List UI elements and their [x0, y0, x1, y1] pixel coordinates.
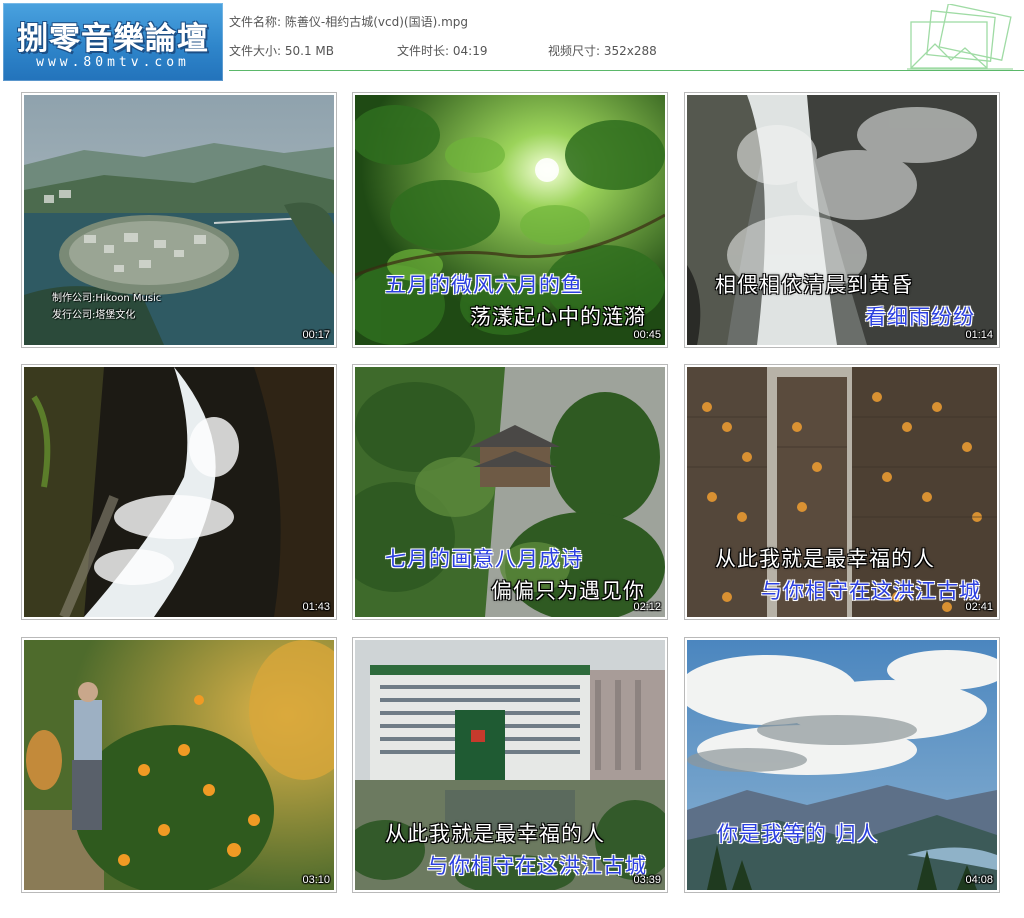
thumbnail-2[interactable]: 五月的微风六月的鱼 荡漾起心中的涟漪 00:45: [352, 92, 668, 348]
file-size-value: 50.1 MB: [284, 44, 334, 58]
lyric-line-1: 五月的微风六月的鱼: [385, 273, 583, 297]
cascading-water-image: [24, 367, 334, 617]
thumbnail-timestamp: 00:45: [633, 329, 661, 341]
thumbnail-image: [24, 640, 334, 890]
duration-info: 文件时长: 04:19: [397, 42, 487, 59]
thumbnail-timestamp: 00:17: [302, 329, 330, 341]
thumbnail-4[interactable]: 01:43: [21, 364, 337, 620]
thumbnail-3[interactable]: 相偎相依清晨到黄昏 看细雨纷纷 01:14: [684, 92, 1000, 348]
thumbnail-8[interactable]: 从此我就是最幸福的人 与你相守在这洪江古城 03:39: [352, 637, 668, 893]
lyric-line-1: 从此我就是最幸福的人: [385, 822, 605, 846]
resolution-info: 视频尺寸: 352x288: [548, 42, 657, 59]
lyric-line-2: 与你相守在这洪江古城: [761, 579, 981, 603]
orange-orchard-worker-image: [24, 640, 334, 890]
thumbnail-9[interactable]: 你是我等的 归人 04:08: [684, 637, 1000, 893]
file-name-label: 文件名称:: [229, 15, 282, 29]
thumbnail-6[interactable]: 从此我就是最幸福的人 与你相守在这洪江古城 02:41: [684, 364, 1000, 620]
thumbnail-timestamp: 01:14: [965, 329, 993, 341]
logo-title: 捌零音樂論壇: [17, 21, 209, 57]
thumbnail-7[interactable]: 03:10: [21, 637, 337, 893]
resolution-value: 352x288: [603, 44, 657, 58]
thumbnail-1[interactable]: 制作公司:Hikoon Music 发行公司:塔堡文化 00:17: [21, 92, 337, 348]
publisher-credit: 发行公司:塔堡文化: [52, 310, 136, 321]
thumbnail-image: [24, 367, 334, 617]
duration-label: 文件时长:: [397, 44, 450, 58]
file-name-value: 陈善仪-相约古城(vcd)(国语).mpg: [284, 15, 468, 29]
lyric-line-1: 七月的画意八月成诗: [385, 547, 583, 571]
lyric-line-1: 相偎相依清晨到黄昏: [715, 273, 913, 297]
credits-text: 制作公司:Hikoon Music 发行公司:塔堡文化: [52, 290, 161, 324]
thumbnail-timestamp: 02:41: [965, 601, 993, 613]
producer-credit: 制作公司:Hikoon Music: [52, 293, 162, 304]
thumbnail-timestamp: 01:43: [302, 601, 330, 613]
thumbnail-timestamp: 03:39: [633, 874, 661, 886]
clouds-over-mountains-image: [687, 640, 997, 890]
thumbnail-image: [687, 640, 997, 890]
lyric-line-2: 荡漾起心中的涟漪: [470, 305, 646, 329]
thumbnail-timestamp: 03:10: [302, 874, 330, 886]
thumbnail-timestamp: 02:12: [633, 601, 661, 613]
lyric-line-2: 偏偏只为遇见你: [491, 579, 645, 603]
lyric-line-2: 看细雨纷纷: [865, 305, 975, 329]
resolution-label: 视频尺寸:: [548, 44, 601, 58]
lyric-line-1: 从此我就是最幸福的人: [715, 547, 935, 571]
file-size-info: 文件大小: 50.1 MB: [229, 42, 334, 59]
file-size-label: 文件大小:: [229, 44, 282, 58]
site-logo: 捌零音樂論壇 www.80mtv.com: [3, 3, 223, 81]
logo-url: www.80mtv.com: [36, 55, 190, 70]
thumbnail-timestamp: 04:08: [965, 874, 993, 886]
info-header: 捌零音樂論壇 www.80mtv.com 文件名称: 陈善仪-相约古城(vcd)…: [0, 0, 1024, 81]
lyric-line-2: 与你相守在这洪江古城: [427, 854, 647, 878]
picture-frames-icon: [907, 4, 1013, 70]
duration-value: 04:19: [452, 44, 488, 58]
lyric-line-1: 你是我等的 归人: [717, 822, 879, 846]
file-name-info: 文件名称: 陈善仪-相约古城(vcd)(国语).mpg: [229, 13, 468, 30]
thumbnail-5[interactable]: 七月的画意八月成诗 偏偏只为遇见你 02:12: [352, 364, 668, 620]
